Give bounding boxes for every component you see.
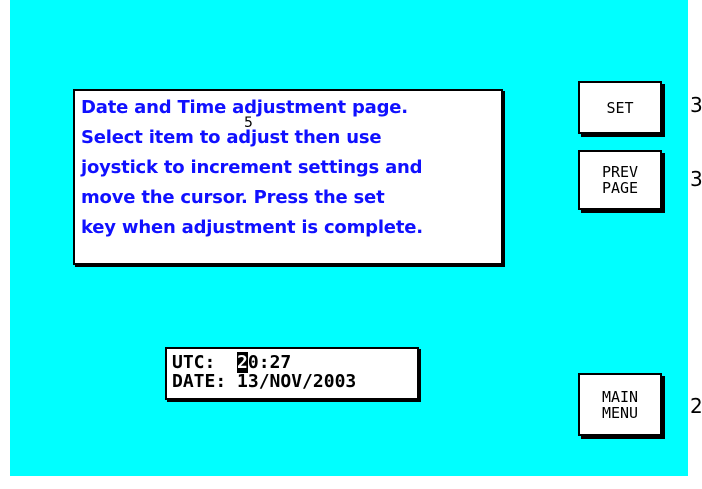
- utc-time-rest[interactable]: 0:27: [248, 352, 291, 373]
- key-number: 3: [690, 93, 702, 117]
- key-number: 3: [690, 167, 702, 191]
- set-button-label: SET: [606, 98, 634, 117]
- utc-row: UTC: 20:27: [172, 352, 417, 373]
- main-menu-label-line1: MAIN: [601, 387, 639, 406]
- instruction-line: Date and Time adjustment page.: [81, 97, 408, 118]
- instruction-line: joystick to increment settings and: [81, 157, 423, 178]
- datetime-panel: UTC: 20:27 DATE: 13/NOV/2003: [165, 347, 419, 400]
- prev-page-button[interactable]: PREV PAGE: [578, 150, 662, 210]
- cursor-marker: 5: [244, 115, 253, 131]
- prev-page-label-line2: PAGE: [601, 179, 639, 197]
- set-button[interactable]: SET: [578, 81, 662, 134]
- utc-cursor-digit[interactable]: 2: [237, 352, 248, 373]
- date-label: DATE:: [172, 371, 227, 392]
- main-menu-label-line2: MENU: [601, 403, 639, 422]
- key-number: 2: [690, 394, 702, 418]
- utc-label: UTC:: [172, 352, 216, 373]
- prev-page-label-line1: PREV: [601, 163, 639, 181]
- instruction-line: move the cursor. Press the set: [81, 187, 385, 208]
- instruction-line: Select item to adjust then use: [81, 127, 382, 148]
- instructions-panel: Date and Time adjustment page. Select it…: [73, 89, 503, 265]
- instruction-line: key when adjustment is complete.: [81, 217, 423, 238]
- main-menu-button[interactable]: MAIN MENU: [578, 373, 662, 436]
- date-row: DATE: 13/NOV/2003: [172, 372, 417, 391]
- date-value[interactable]: 13/NOV/2003: [237, 371, 356, 392]
